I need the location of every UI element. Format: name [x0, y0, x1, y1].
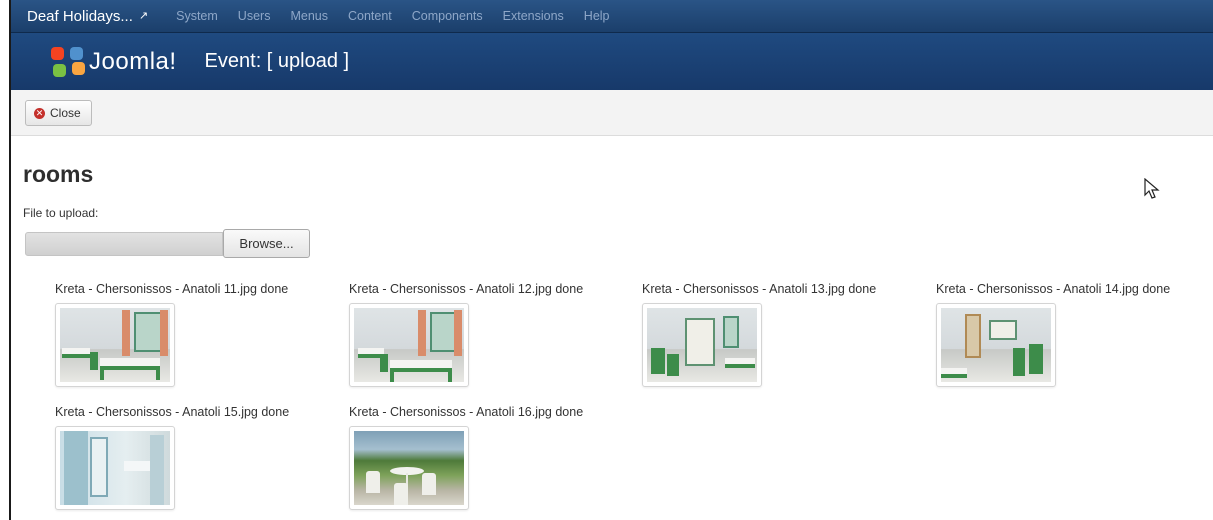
- upload-item: Kreta - Chersonissos - Anatoli 16.jpg do…: [349, 405, 583, 510]
- upload-thumbnail[interactable]: [55, 426, 175, 510]
- close-button-label: Close: [50, 106, 81, 120]
- site-name-label: Deaf Holidays...: [27, 7, 133, 25]
- upload-caption: Kreta - Chersonissos - Anatoli 11.jpg do…: [55, 282, 289, 296]
- upload-item: Kreta - Chersonissos - Anatoli 12.jpg do…: [349, 282, 583, 387]
- upload-thumbnail[interactable]: [642, 303, 762, 387]
- external-link-icon: ↗: [138, 9, 149, 22]
- upload-caption: Kreta - Chersonissos - Anatoli 15.jpg do…: [55, 405, 290, 419]
- upload-item: Kreta - Chersonissos - Anatoli 15.jpg do…: [55, 405, 289, 510]
- menu-item-extensions[interactable]: Extensions: [493, 9, 574, 23]
- mouse-cursor-icon: [1144, 178, 1160, 199]
- joomla-logo[interactable]: Joomla!: [51, 46, 177, 77]
- upload-caption: Kreta - Chersonissos - Anatoli 14.jpg do…: [936, 282, 1171, 296]
- menu-item-components[interactable]: Components: [402, 9, 493, 23]
- upload-caption: Kreta - Chersonissos - Anatoli 16.jpg do…: [349, 405, 584, 419]
- room-twin-beds-image: [60, 308, 170, 382]
- top-navbar: Deaf Holidays... ↗ System Users Menus Co…: [11, 0, 1213, 33]
- bathroom-image: [60, 431, 170, 505]
- upload-caption: Kreta - Chersonissos - Anatoli 13.jpg do…: [642, 282, 877, 296]
- close-icon: ✕: [34, 107, 45, 119]
- upload-thumbnail[interactable]: [936, 303, 1056, 387]
- page-heading: Event: [ upload ]: [204, 50, 350, 72]
- page-title: rooms: [23, 161, 94, 187]
- room-kitchenette-image: [941, 308, 1051, 382]
- close-button[interactable]: ✕ Close: [25, 100, 92, 126]
- upload-thumbnail[interactable]: [55, 303, 175, 387]
- file-upload-label: File to upload:: [23, 206, 99, 220]
- upload-item: Kreta - Chersonissos - Anatoli 11.jpg do…: [55, 282, 288, 387]
- browse-button[interactable]: Browse...: [223, 229, 310, 258]
- upload-caption: Kreta - Chersonissos - Anatoli 12.jpg do…: [349, 282, 584, 296]
- file-path-field[interactable]: [25, 232, 223, 256]
- room-balcony-door-image: [647, 308, 757, 382]
- room-twin-beds-image: [354, 308, 464, 382]
- upload-item: Kreta - Chersonissos - Anatoli 13.jpg do…: [642, 282, 876, 387]
- terrace-image: [354, 431, 464, 505]
- joomla-logo-icon: [51, 46, 85, 77]
- admin-window: Deaf Holidays... ↗ System Users Menus Co…: [9, 0, 1213, 520]
- upload-thumbnail[interactable]: [349, 303, 469, 387]
- menu-item-menus[interactable]: Menus: [280, 9, 338, 23]
- main-menu: System Users Menus Content Components Ex…: [166, 9, 619, 23]
- toolbar: ✕ Close: [11, 90, 1213, 136]
- upload-thumbnail[interactable]: [349, 426, 469, 510]
- menu-item-help[interactable]: Help: [574, 9, 620, 23]
- menu-item-content[interactable]: Content: [338, 9, 402, 23]
- menu-item-system[interactable]: System: [166, 9, 228, 23]
- upload-item: Kreta - Chersonissos - Anatoli 14.jpg do…: [936, 282, 1170, 387]
- site-name-link[interactable]: Deaf Holidays... ↗: [27, 8, 148, 25]
- menu-item-users[interactable]: Users: [228, 9, 281, 23]
- logo-text: Joomla!: [89, 47, 177, 75]
- page-header: Joomla! Event: [ upload ]: [11, 33, 1213, 90]
